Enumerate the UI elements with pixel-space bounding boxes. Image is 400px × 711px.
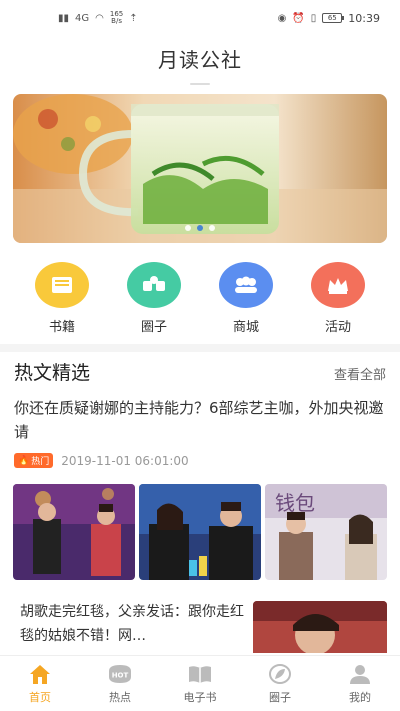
status-left: ▮▮ 4G ◠ 165 B/s ⇡ [58, 11, 138, 25]
article-meta: 🔥 热门 2019-11-01 06:01:00 [14, 453, 189, 468]
home-icon [27, 662, 53, 686]
svg-text:钱包: 钱包 [275, 491, 315, 515]
category-books[interactable]: 书籍 [27, 262, 97, 335]
battery-indicator: 65 [322, 13, 345, 23]
banner-carousel[interactable] [13, 94, 387, 243]
article-timestamp: 2019-11-01 06:01:00 [61, 453, 189, 468]
nav-item-home[interactable]: 首页 [10, 662, 70, 705]
wifi-icon: ◠ [95, 12, 104, 24]
banner-image [13, 94, 387, 243]
thumbnail-image [139, 484, 261, 580]
category-circle[interactable]: 圈子 [119, 262, 189, 335]
ebook-icon [187, 662, 213, 686]
vibrate-icon: ▯ [310, 12, 317, 24]
alarm-icon: ⏰ [292, 12, 305, 24]
eye-icon: ◉ [277, 12, 287, 24]
hot-icon: HOT [107, 662, 133, 686]
see-all-link[interactable]: 查看全部 [334, 364, 386, 383]
nav-label: 电子书 [183, 691, 217, 704]
hot-badge: 🔥 热门 [14, 453, 54, 468]
nav-item-circle[interactable]: 圈子 [250, 662, 310, 705]
nav-label: 我的 [349, 691, 371, 704]
category-activity[interactable]: 活动 [303, 262, 373, 335]
user-icon [347, 662, 373, 686]
network-speed: 165 B/s [110, 11, 123, 25]
category-label: 圈子 [140, 320, 167, 335]
fire-icon: 🔥 [18, 455, 30, 466]
section-divider [0, 344, 400, 352]
bottom-nav: 首页 HOT 热点 电子书 圈子 我的 [0, 655, 400, 711]
hot-badge-label: 热门 [31, 457, 50, 467]
network-speed-unit: B/s [111, 17, 122, 25]
carrier-label: 4G [75, 12, 90, 24]
usb-icon: ⇡ [129, 12, 138, 24]
carousel-dots [13, 225, 387, 231]
signal-icon: ▮▮ [58, 12, 70, 24]
nav-item-ebook[interactable]: 电子书 [170, 662, 230, 705]
carousel-dot[interactable] [209, 225, 215, 231]
nav-item-hot[interactable]: HOT 热点 [90, 662, 150, 705]
article-title[interactable]: 你还在质疑谢娜的主持能力？6部综艺主咖，外加央视邀请 [14, 396, 386, 444]
category-label: 书籍 [48, 320, 75, 335]
section-title: 热文精选 [14, 362, 91, 384]
leaf-icon [267, 662, 293, 686]
nav-item-profile[interactable]: 我的 [330, 662, 390, 705]
category-label: 商城 [232, 320, 259, 335]
carousel-dot[interactable] [185, 225, 191, 231]
category-label: 活动 [324, 320, 351, 335]
page-title: 月读公社 [158, 48, 242, 72]
thumbnail-image[interactable] [253, 601, 387, 653]
article-title[interactable]: 胡歌走完红毯，父亲发话：跟你走红毯的姑娘不错！网… [14, 600, 244, 648]
svg-text:HOT: HOT [112, 672, 129, 680]
people-icon [219, 262, 273, 308]
nav-label: 热点 [109, 691, 131, 704]
status-time: 10:39 [348, 11, 380, 25]
status-bar: ▮▮ 4G ◠ 165 B/s ⇡ ◉ ⏰ ▯ 65 10:39 [0, 0, 400, 36]
category-mall[interactable]: 商城 [211, 262, 281, 335]
article-thumbnails[interactable]: 钱包 [13, 484, 387, 580]
circle-group-icon [127, 262, 181, 308]
thumbnail-image [13, 484, 135, 580]
nav-label: 首页 [29, 691, 51, 704]
carousel-dot-active[interactable] [197, 225, 203, 231]
status-right: ◉ ⏰ ▯ 65 10:39 [278, 12, 380, 25]
category-grid: 书籍 圈子 商城 活动 [0, 262, 400, 335]
thumbnail-image: 钱包 [265, 484, 387, 580]
title-underline [190, 83, 210, 85]
book-icon [35, 262, 89, 308]
nav-label: 圈子 [269, 691, 291, 704]
crown-icon [311, 262, 365, 308]
